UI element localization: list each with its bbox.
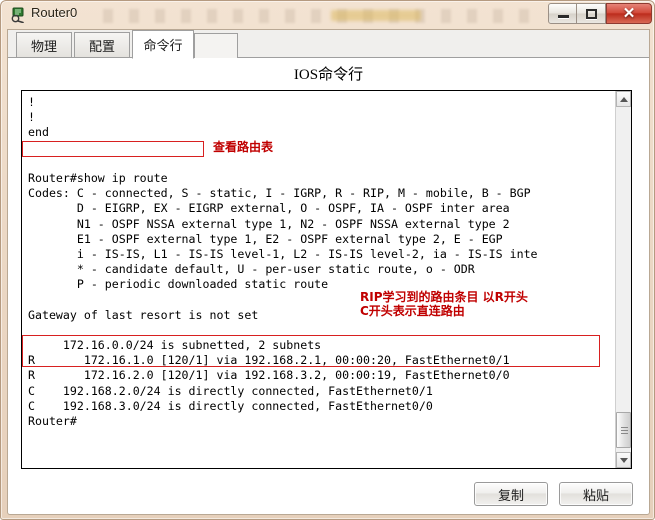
close-button[interactable]: ✕ (606, 3, 652, 24)
minimize-icon (558, 15, 569, 19)
scrollbar-thumb[interactable] (616, 412, 631, 448)
terminal-line: Codes: C - connected, S - static, I - IG… (28, 186, 531, 201)
show-ip-route-annotation: 查看路由表 (213, 140, 274, 154)
terminal-line: D - EIGRP, EX - EIGRP external, O - OSPF… (28, 201, 510, 216)
window-title: Router0 (31, 5, 78, 20)
terminal-line: 172.16.0.0/24 is subnetted, 2 subnets (28, 338, 322, 352)
tab-config[interactable]: 配置 (74, 32, 130, 58)
router-cli-window: Router0 ✕ 物理 配置 命令行 IOS命令行 ! ! end Route… (0, 0, 655, 520)
tab-strip-filler (194, 33, 238, 58)
tab-physical-label: 物理 (30, 38, 57, 54)
client-area: 物理 配置 命令行 IOS命令行 !! end Router#show ip ro… (7, 29, 650, 515)
tab-cli[interactable]: 命令行 (132, 30, 194, 59)
window-controls: ✕ (548, 3, 652, 25)
terminal-line: * - candidate default, U - per-user stat… (28, 262, 475, 277)
cli-terminal-output[interactable]: !! end Router#show ip route Codes: C - con… (22, 91, 616, 468)
copy-button-label: 复制 (497, 487, 524, 503)
terminal-line: R 172.16.1.0 [120/1] via 192.168.2.1, 00… (28, 353, 510, 368)
chevron-down-icon (619, 457, 628, 463)
panel-title: IOS命令行 (293, 67, 364, 83)
maximize-button[interactable] (577, 3, 606, 24)
paste-button[interactable]: 粘贴 (559, 482, 633, 506)
maximize-icon (586, 9, 597, 19)
terminal-line: C 192.168.3.0/24 is directly connected, … (28, 398, 433, 413)
terminal-line: Router# (28, 413, 77, 428)
tab-physical[interactable]: 物理 (16, 32, 72, 58)
tab-cli-label: 命令行 (143, 38, 183, 53)
terminal-line: N1 - OSPF NSSA external type 1, N2 - OSP… (28, 216, 510, 231)
route-entry-annotation: RIP学习到的路由条目 以R开头 C开头表示直连路由 (360, 290, 528, 318)
minimize-button[interactable] (548, 3, 577, 24)
scroll-down-button[interactable] (616, 452, 631, 468)
terminal-line: R 172.16.2.0 [120/1] via 192.168.3.2, 00… (28, 368, 510, 383)
terminal-line: ! (28, 95, 35, 109)
terminal-line: i - IS-IS, L1 - IS-IS level-1, L2 - IS-I… (28, 246, 538, 261)
terminal-line: Router#show ip route (28, 170, 168, 185)
close-icon: ✕ (622, 5, 636, 22)
cli-terminal-container[interactable]: !! end Router#show ip route Codes: C - con… (21, 90, 632, 469)
title-bar-blur-highlight (331, 10, 421, 21)
scroll-up-button[interactable] (616, 91, 631, 107)
title-bar[interactable]: Router0 ✕ (1, 1, 655, 29)
scrollbar-grip-icon (621, 427, 628, 434)
copy-button[interactable]: 复制 (474, 482, 548, 506)
paste-button-label: 粘贴 (582, 487, 609, 503)
terminal-line: ! (28, 110, 35, 125)
chevron-up-icon (619, 96, 628, 102)
terminal-line: E1 - OSPF external type 1, E2 - OSPF ext… (28, 231, 503, 246)
terminal-line: C 192.168.2.0/24 is directly connected, … (28, 383, 433, 398)
router-icon (10, 7, 26, 24)
terminal-line: end (28, 125, 49, 140)
title-bar-blur-decoration (97, 9, 537, 23)
tab-config-label: 配置 (88, 38, 115, 54)
terminal-scrollbar[interactable] (615, 91, 631, 468)
tab-bar: 物理 配置 命令行 (8, 30, 649, 59)
